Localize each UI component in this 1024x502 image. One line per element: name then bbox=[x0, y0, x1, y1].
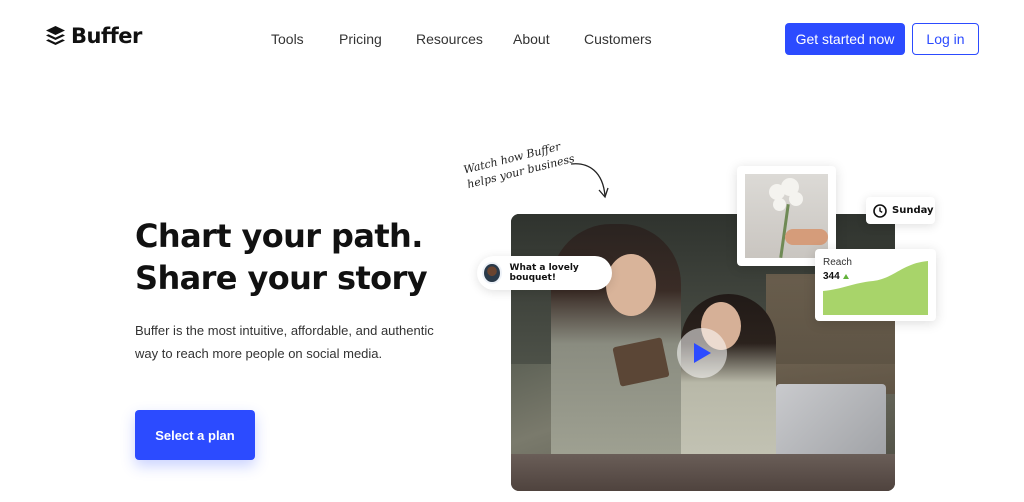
play-icon bbox=[694, 343, 711, 363]
hero-subtitle: Buffer is the most intuitive, affordable… bbox=[135, 323, 434, 361]
clock-icon bbox=[873, 203, 887, 218]
nav-item-customers[interactable]: Customers bbox=[584, 31, 652, 47]
get-started-button[interactable]: Get started now bbox=[785, 23, 905, 55]
schedule-day: Sunday bbox=[892, 205, 934, 216]
play-button[interactable] bbox=[677, 328, 727, 378]
main-nav: Tools Pricing Resources About Customers bbox=[271, 31, 652, 47]
schedule-chip: Sunday bbox=[866, 197, 935, 224]
nav-item-resources[interactable]: Resources bbox=[416, 31, 513, 47]
bouquet-photo bbox=[745, 174, 828, 258]
reach-area-chart bbox=[823, 261, 928, 315]
login-button[interactable]: Log in bbox=[912, 23, 979, 55]
laptop bbox=[776, 384, 886, 464]
brand-name: Buffer bbox=[71, 24, 142, 48]
reach-card: Reach 344 bbox=[815, 249, 936, 321]
nav-item-about[interactable]: About bbox=[513, 31, 584, 47]
nav-item-tools[interactable]: Tools bbox=[271, 31, 339, 47]
buffer-logo[interactable]: Buffer bbox=[46, 24, 142, 48]
arrow-icon bbox=[570, 163, 609, 199]
comment-bubble: What a lovely bouquet! bbox=[477, 256, 612, 290]
florist-face bbox=[606, 254, 656, 316]
headline-line-1: Chart your path. bbox=[135, 217, 423, 255]
avatar bbox=[482, 262, 502, 284]
nav-item-pricing[interactable]: Pricing bbox=[339, 31, 416, 47]
hero-headline: Chart your path. Share your story bbox=[135, 215, 428, 299]
workbench bbox=[511, 454, 895, 491]
comment-text: What a lovely bouquet! bbox=[509, 263, 579, 283]
buffer-logo-icon bbox=[46, 26, 65, 45]
select-plan-button[interactable]: Select a plan bbox=[135, 410, 255, 460]
headline-line-2: Share your story bbox=[135, 259, 428, 297]
